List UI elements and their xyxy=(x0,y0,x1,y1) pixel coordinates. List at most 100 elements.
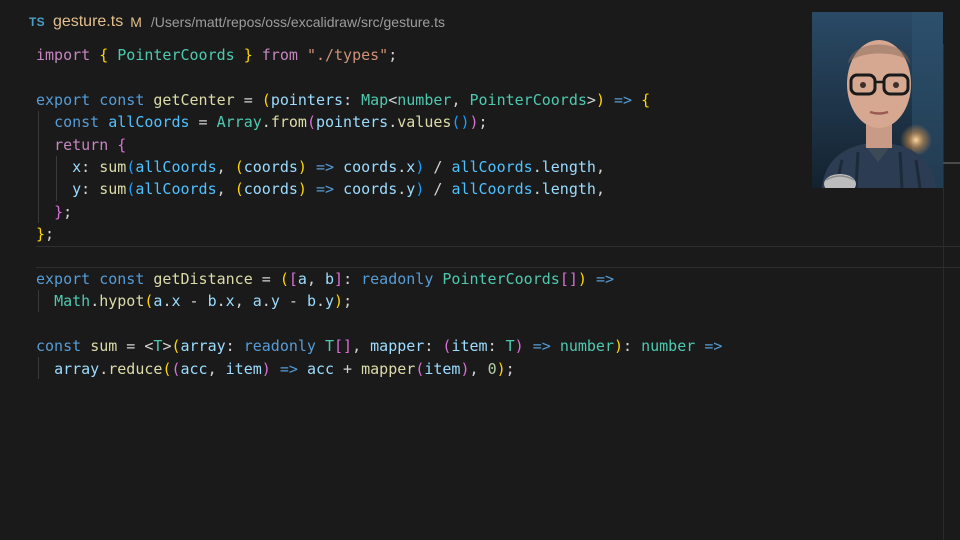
code-token: / xyxy=(424,158,452,176)
webcam-overlay xyxy=(812,12,943,188)
scrollbar-track[interactable] xyxy=(943,44,944,540)
code-token: ) xyxy=(334,292,344,311)
code-token: PointerCoords xyxy=(117,46,235,64)
code-token: allCoords xyxy=(451,158,533,176)
code-token: . xyxy=(388,113,398,132)
code-token: [ xyxy=(288,270,298,288)
code-token: ; xyxy=(45,225,55,244)
overview-ruler-marker xyxy=(942,162,960,164)
presenter-image xyxy=(812,12,943,188)
code-token: export xyxy=(36,90,91,109)
code-token: from xyxy=(261,46,298,64)
code-token: : xyxy=(623,337,642,356)
code-token: : xyxy=(343,270,362,288)
code-token: coords xyxy=(243,180,298,199)
code-token: . xyxy=(532,180,542,199)
code-token: y xyxy=(270,292,280,311)
code-token: . xyxy=(315,292,325,311)
code-token: a xyxy=(297,270,307,288)
code-token: , xyxy=(216,180,235,199)
code-line: array.reduce((acc, item) => acc + mapper… xyxy=(36,358,515,380)
code-token: , xyxy=(595,180,605,199)
code-token: < xyxy=(388,90,398,109)
code-token: array xyxy=(180,337,226,356)
code-token: number xyxy=(397,90,452,109)
code-token: sum xyxy=(99,158,127,176)
code-token: = xyxy=(117,337,145,356)
code-token: ( xyxy=(279,270,289,288)
editor-window: TS gesture.ts M /Users/matt/repos/oss/ex… xyxy=(0,0,960,540)
code-token: T xyxy=(325,337,335,356)
code-token: ] xyxy=(334,270,344,288)
code-token: sum xyxy=(99,180,127,199)
code-token: x xyxy=(171,292,181,311)
code-token: allCoords xyxy=(108,113,190,132)
code-token: ) xyxy=(297,158,307,176)
code-token: [] xyxy=(334,337,353,356)
code-token: - xyxy=(279,292,307,311)
code-token: const xyxy=(54,113,100,132)
code-token: b xyxy=(325,270,335,288)
code-token: PointerCoords xyxy=(469,90,587,109)
code-token: return xyxy=(54,135,109,154)
code-token: const xyxy=(99,270,145,288)
code-token: allCoords xyxy=(451,180,533,199)
code-token: item xyxy=(225,359,262,378)
code-token: y xyxy=(406,180,416,199)
code-token: , xyxy=(451,90,470,109)
code-token: hypot xyxy=(99,292,145,311)
code-token: ; xyxy=(505,359,515,378)
code-token: readonly xyxy=(243,337,316,356)
code-token: , xyxy=(469,359,488,378)
typescript-file-icon: TS xyxy=(29,15,45,29)
code-token: { xyxy=(641,90,651,109)
code-token: allCoords xyxy=(135,180,217,199)
code-token: > xyxy=(586,90,596,109)
code-token: . xyxy=(397,180,407,199)
file-name[interactable]: gesture.ts xyxy=(53,13,123,31)
code-token: ) xyxy=(415,158,425,176)
code-token: ( xyxy=(171,359,181,378)
code-token: / xyxy=(424,180,452,199)
code-line: const allCoords = Array.from(pointers.va… xyxy=(36,111,488,133)
code-token: : xyxy=(424,337,443,356)
code-token: ( xyxy=(126,158,136,176)
code-token: const xyxy=(99,90,145,109)
code-token: x xyxy=(72,158,82,176)
code-token: ( xyxy=(234,158,244,176)
code-token: , xyxy=(234,292,253,311)
code-token: b xyxy=(207,292,217,311)
code-token: { xyxy=(117,135,127,154)
code-token: : xyxy=(487,337,506,356)
code-token: x xyxy=(225,292,235,311)
code-line: }; xyxy=(36,201,72,223)
code-token: . xyxy=(261,292,271,311)
code-token: : xyxy=(343,90,362,109)
code-token: } xyxy=(36,225,46,244)
code-token: readonly xyxy=(361,270,434,288)
code-token: Array xyxy=(216,113,262,132)
code-token: 0 xyxy=(487,359,497,378)
code-token: : xyxy=(225,337,244,356)
code-token: => xyxy=(315,180,335,199)
code-token: getCenter xyxy=(153,90,235,109)
code-token: allCoords xyxy=(135,158,217,176)
code-token: () xyxy=(451,113,470,132)
code-token: ) xyxy=(460,359,470,378)
